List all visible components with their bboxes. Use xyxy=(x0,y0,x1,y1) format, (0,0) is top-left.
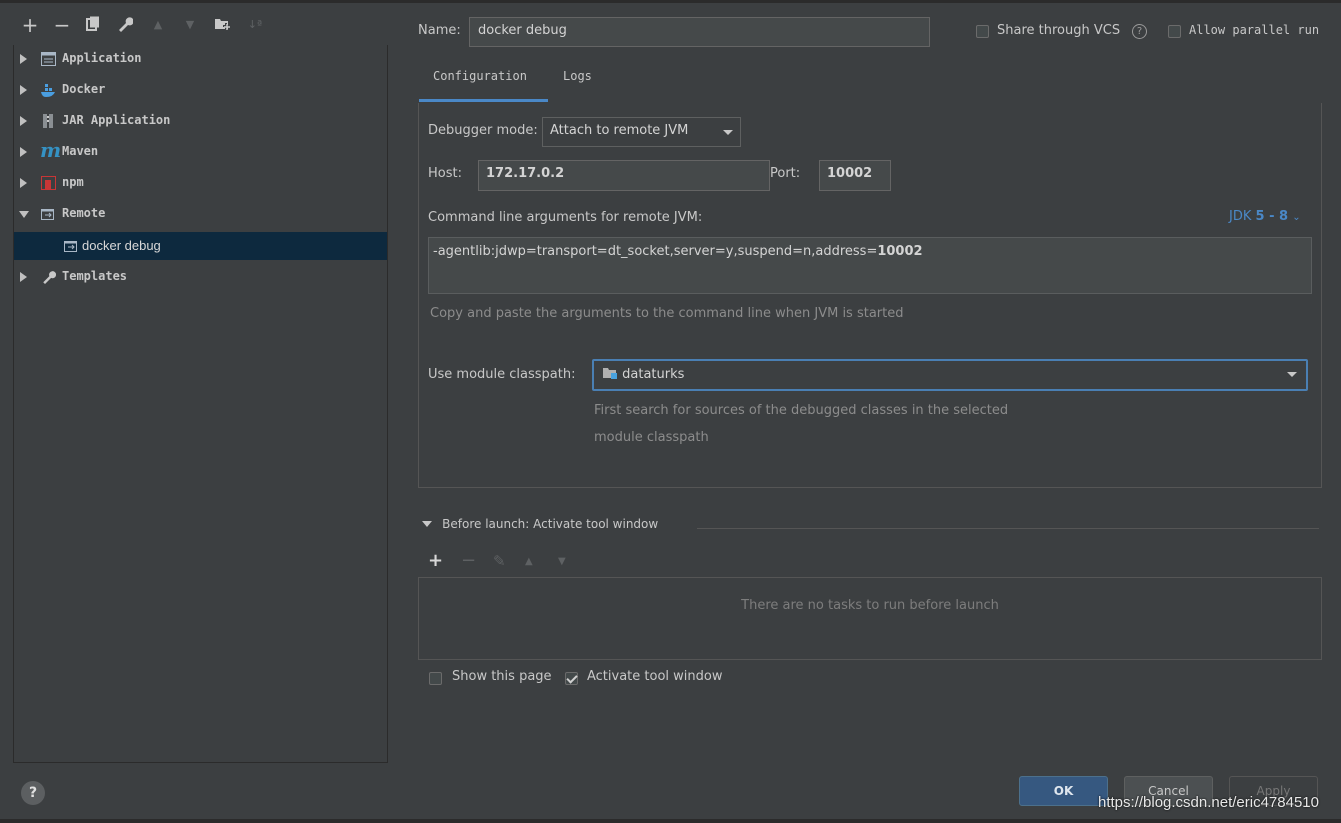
port-input[interactable]: 10002 xyxy=(819,160,891,191)
tree-item-label: Application xyxy=(62,51,142,65)
module-classpath-value: dataturks xyxy=(622,367,685,382)
port-label: Port: xyxy=(770,166,801,181)
chevron-down-icon xyxy=(1287,372,1297,377)
watermark-text: https://blog.csdn.net/eric4784510 xyxy=(1098,794,1319,811)
remote-icon xyxy=(41,209,54,220)
tree-item-remote[interactable]: Remote xyxy=(14,200,387,228)
wrench-icon xyxy=(119,17,134,32)
copy-hint-text: Copy and paste the arguments to the comm… xyxy=(430,306,904,321)
before-launch-divider xyxy=(697,528,1319,529)
before-launch-list[interactable]: There are no tasks to run before launch xyxy=(418,577,1322,660)
ok-button[interactable]: OK xyxy=(1019,776,1108,806)
tree-item-application[interactable]: Application xyxy=(14,45,387,73)
module-classpath-select[interactable]: dataturks xyxy=(592,359,1308,391)
copy-configuration-button[interactable] xyxy=(84,16,102,34)
move-task-up-button[interactable]: ▲ xyxy=(525,556,533,567)
help-button[interactable]: ? xyxy=(21,781,45,805)
docker-icon xyxy=(41,84,55,97)
empty-tasks-text: There are no tasks to run before launch xyxy=(741,598,999,613)
tree-item-label: Remote xyxy=(62,206,106,220)
allow-parallel-label[interactable]: Allow parallel run xyxy=(1189,23,1319,37)
before-launch-title: Before launch: Activate tool window xyxy=(442,517,659,531)
module-hint-line1: First search for sources of the debugged… xyxy=(594,403,1009,418)
configuration-tree: Application Docker JAR Application m Mav… xyxy=(13,45,388,763)
application-icon xyxy=(41,52,56,66)
tree-item-templates[interactable]: Templates xyxy=(14,263,387,291)
tree-item-label: npm xyxy=(62,175,84,189)
share-vcs-checkbox[interactable] xyxy=(976,25,989,38)
window-bottom-edge xyxy=(0,819,1341,823)
expand-arrow-icon[interactable] xyxy=(20,147,27,157)
edit-task-button[interactable]: ✎ xyxy=(493,552,506,570)
debugger-mode-value: Attach to remote JVM xyxy=(550,123,689,138)
tab-active-indicator xyxy=(419,99,548,102)
maven-icon: m xyxy=(40,138,62,162)
jdk-version-select[interactable]: JDK 5 - 8 ⌄ xyxy=(1229,209,1301,224)
chevron-down-icon xyxy=(723,130,733,135)
tree-item-label: Templates xyxy=(62,269,128,283)
add-configuration-button[interactable]: + xyxy=(21,15,39,35)
expand-arrow-icon[interactable] xyxy=(20,54,27,64)
activate-tool-window-label[interactable]: Activate tool window xyxy=(587,669,722,684)
show-page-label[interactable]: Show this page xyxy=(452,669,552,684)
tab-label: Configuration xyxy=(433,69,527,83)
debugger-mode-select[interactable]: Attach to remote JVM xyxy=(542,117,741,147)
expand-arrow-icon[interactable] xyxy=(20,85,27,95)
jar-icon xyxy=(43,114,53,128)
remote-config-icon xyxy=(64,241,77,252)
debugger-mode-label: Debugger mode: xyxy=(428,123,538,138)
name-input[interactable]: docker debug xyxy=(469,17,930,47)
window-top-edge xyxy=(0,0,1341,3)
tab-logs[interactable]: Logs xyxy=(552,60,612,102)
sort-button[interactable]: ↓ª xyxy=(246,16,264,34)
move-down-button[interactable]: ▼ xyxy=(181,16,199,34)
tree-item-label: docker debug xyxy=(82,238,161,253)
tab-configuration[interactable]: Configuration xyxy=(419,60,548,102)
collapse-arrow-icon xyxy=(422,521,432,527)
folder-add-icon xyxy=(214,19,230,30)
add-task-button[interactable]: + xyxy=(428,550,443,571)
host-input[interactable]: 172.17.0.2 xyxy=(478,160,770,191)
tree-item-label: JAR Application xyxy=(62,113,171,127)
collapse-arrow-icon[interactable] xyxy=(19,211,29,218)
npm-icon xyxy=(41,176,56,190)
remove-task-button[interactable]: − xyxy=(461,550,476,571)
share-vcs-label[interactable]: Share through VCS xyxy=(997,23,1120,38)
tree-item-docker[interactable]: Docker xyxy=(14,76,387,104)
wrench-icon xyxy=(43,271,56,284)
jdk-range: 5 - 8 xyxy=(1255,209,1289,224)
host-label: Host: xyxy=(428,166,462,181)
module-classpath-label: Use module classpath: xyxy=(428,367,576,382)
show-page-checkbox[interactable] xyxy=(429,672,442,685)
module-hint-line2: module classpath xyxy=(594,430,709,445)
tree-item-label: Docker xyxy=(62,82,106,96)
remove-configuration-button[interactable]: − xyxy=(53,15,71,35)
module-folder-icon xyxy=(603,368,617,379)
activate-tool-window-checkbox[interactable] xyxy=(565,672,578,685)
cmd-args-port: 10002 xyxy=(877,244,923,259)
expand-arrow-icon[interactable] xyxy=(20,272,27,282)
cmd-args-field[interactable]: -agentlib:jdwp=transport=dt_socket,serve… xyxy=(428,237,1312,294)
move-task-down-button[interactable]: ▼ xyxy=(558,556,566,567)
tree-item-jar-application[interactable]: JAR Application xyxy=(14,107,387,135)
edit-defaults-button[interactable] xyxy=(116,16,134,34)
help-icon[interactable]: ? xyxy=(1132,24,1147,39)
before-launch-header[interactable]: Before launch: Activate tool window xyxy=(422,517,658,532)
tab-label: Logs xyxy=(563,69,592,83)
copy-icon xyxy=(86,16,99,31)
expand-arrow-icon[interactable] xyxy=(20,116,27,126)
expand-arrow-icon[interactable] xyxy=(20,178,27,188)
jdk-label: JDK xyxy=(1229,209,1252,224)
cmd-args-text: -agentlib:jdwp=transport=dt_socket,serve… xyxy=(433,244,878,259)
chevron-down-icon: ⌄ xyxy=(1292,212,1301,223)
new-folder-button[interactable] xyxy=(213,16,231,34)
tree-item-maven[interactable]: m Maven xyxy=(14,138,387,166)
tree-item-docker-debug[interactable]: docker debug xyxy=(14,232,387,260)
allow-parallel-checkbox[interactable] xyxy=(1168,25,1181,38)
tree-item-label: Maven xyxy=(62,144,99,158)
tree-item-npm[interactable]: npm xyxy=(14,169,387,197)
move-up-button[interactable]: ▲ xyxy=(149,16,167,34)
cmd-args-label: Command line arguments for remote JVM: xyxy=(428,210,703,225)
name-label: Name: xyxy=(418,23,461,38)
